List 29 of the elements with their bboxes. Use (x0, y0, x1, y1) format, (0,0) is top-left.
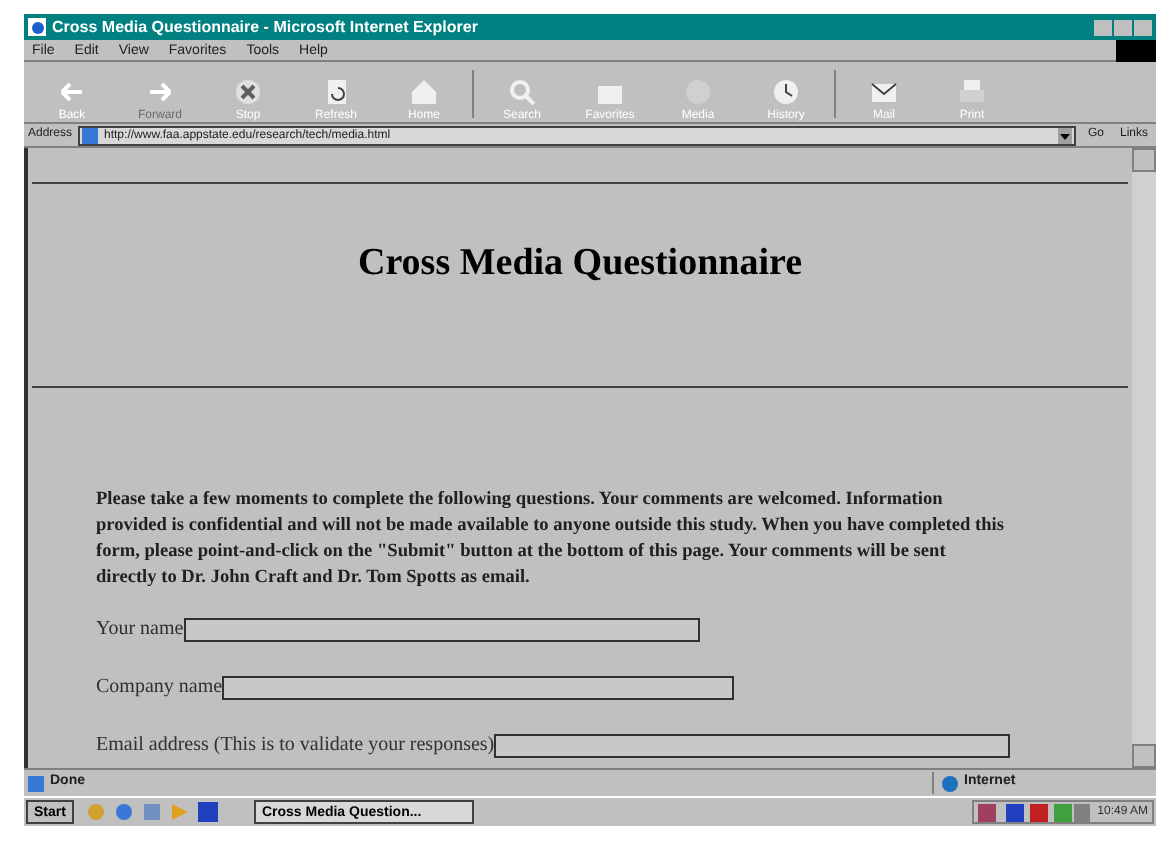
scrollbar[interactable] (1132, 148, 1156, 768)
page-icon (82, 127, 99, 143)
refresh-icon (322, 78, 350, 106)
browser-icon (28, 18, 46, 36)
page-icon (28, 775, 44, 791)
minimize-button[interactable] (1094, 19, 1112, 35)
field-label: Email address (This is to validate your responses) (96, 735, 495, 755)
right-arrow-icon (146, 78, 174, 106)
field-label: Your name (96, 619, 184, 639)
field-label: Company name (96, 677, 223, 697)
input-field[interactable] (494, 733, 1011, 757)
left-arrow-icon (58, 78, 86, 106)
stop-icon (234, 78, 262, 106)
page-heading: Cross Media Questionnaire (355, 240, 805, 288)
printer-icon (958, 78, 986, 106)
input-field[interactable] (183, 617, 700, 641)
quick-launch-icon[interactable] (197, 802, 218, 822)
house-icon (410, 78, 438, 106)
window-title: Cross Media Questionnaire - Microsoft Internet Explorer (52, 19, 478, 35)
close-button[interactable] (1134, 19, 1152, 35)
envelope-icon (870, 78, 898, 106)
clock-icon (772, 78, 800, 106)
dropdown-arrow-icon[interactable] (1057, 127, 1072, 143)
input-field[interactable] (222, 675, 735, 699)
intro-paragraph: Please take a few moments to complete the following questions. Your comments are welcomed. Information provided is confidential and will not be made available to anyone outside this study. When you have completed this form, please point-and-click on the "Submit" button at the bottom of this page. Your comments will be sent directly to Dr. John Craft and Dr. Tom Spotts as email. (96, 487, 1006, 591)
maximize-button[interactable] (1114, 19, 1132, 35)
quick-launch-icon[interactable] (113, 802, 134, 822)
tray-icons-drawing[interactable] (977, 803, 1090, 821)
search-icon (508, 78, 536, 106)
